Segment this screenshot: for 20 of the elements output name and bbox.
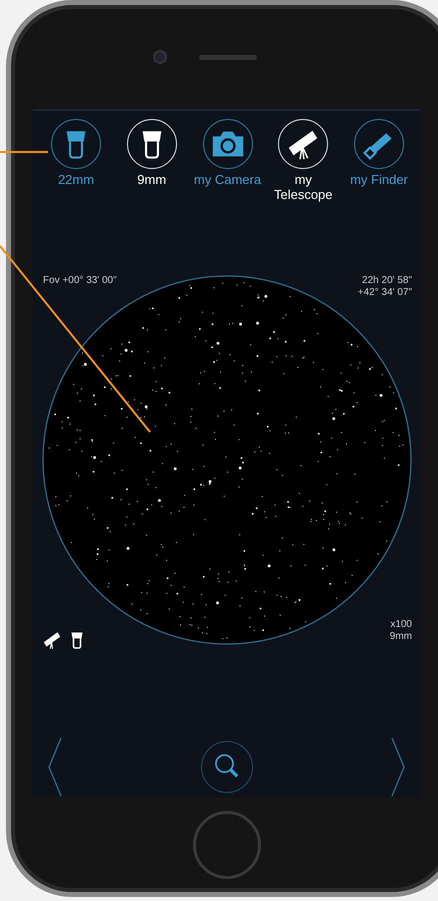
camera-lens	[153, 50, 167, 64]
speaker-grille	[199, 54, 257, 60]
coordinate-text: +42° 34' 07"	[358, 287, 412, 300]
camera-button[interactable]	[202, 119, 252, 169]
magnification-text: 9mm	[390, 631, 412, 644]
instrument-label: my Camera	[194, 172, 262, 187]
eyepiece-button[interactable]	[51, 119, 101, 169]
magnification-text: x100	[390, 619, 412, 632]
instrument-label: my Finder	[350, 172, 408, 187]
previous-chevron-icon[interactable]	[47, 737, 63, 797]
finder-button[interactable]	[354, 119, 404, 169]
instrument-label: my Telescope	[272, 172, 334, 202]
field-of-view-text: Fov +00° 33' 00"	[43, 275, 117, 286]
instrument-label: 22mm	[58, 172, 94, 187]
coordinate-text: 22h 20' 58"	[362, 275, 412, 288]
telescope-button[interactable]	[278, 119, 328, 169]
search-button[interactable]	[200, 741, 252, 793]
next-chevron-icon[interactable]	[390, 737, 406, 797]
instrument-label: 9mm	[137, 172, 166, 187]
leader-line	[0, 151, 48, 153]
